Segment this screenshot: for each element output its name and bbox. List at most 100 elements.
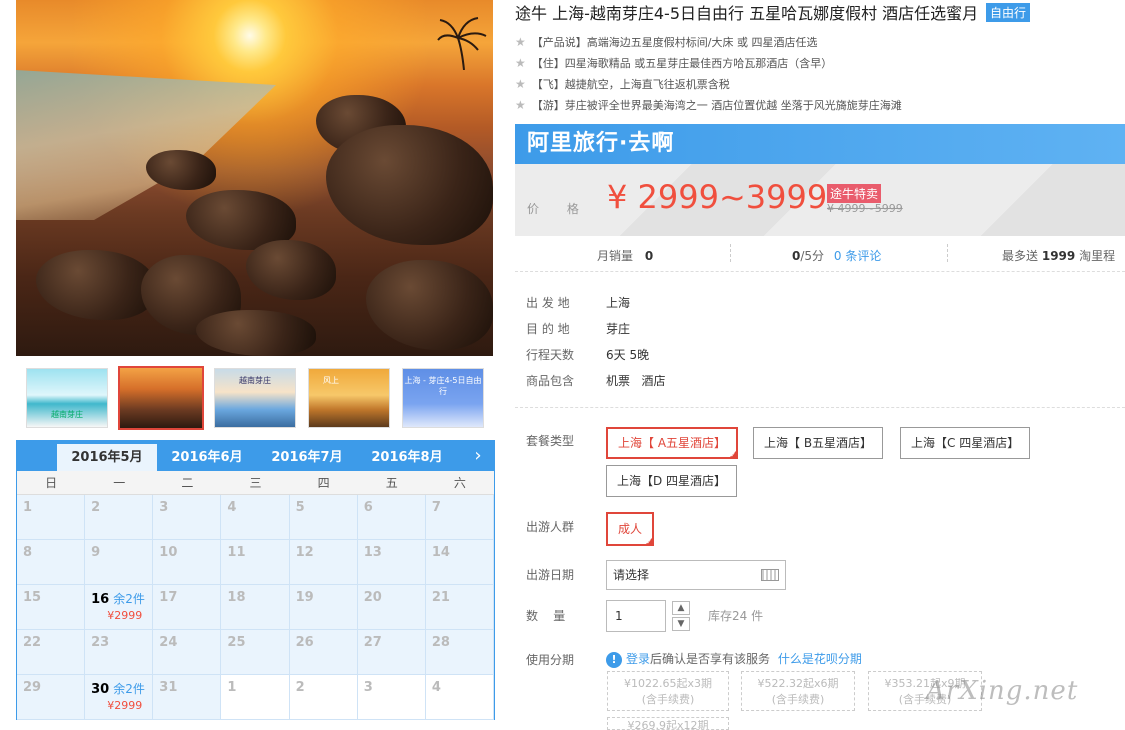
- calendar-day: 3: [357, 675, 426, 720]
- feature-text: 【飞】越捷航空，上海直飞往返机票含税: [531, 78, 730, 91]
- package-option-c[interactable]: 上海【C 四星酒店】: [900, 427, 1031, 459]
- date-label: 出游日期: [526, 568, 575, 582]
- day-number: 21: [431, 590, 450, 605]
- day-number: 12: [295, 545, 314, 560]
- weekday-label: 三: [249, 476, 262, 490]
- feature-item: ★ 【住】四星海歌精品 或五星芽庄最佳西方哈瓦那酒店（含早）: [515, 53, 902, 74]
- traveler-label: 出游人群: [526, 520, 575, 534]
- feature-text: 【游】芽庄被评全世界最美海湾之一 酒店位置优越 坐落于风光旖旎芽庄海滩: [531, 99, 902, 112]
- thumbnail-1[interactable]: 越南芽庄: [26, 368, 108, 428]
- miles-reward: 最多送 1999 淘里程: [1002, 247, 1115, 264]
- quantity-up-icon[interactable]: ▲: [672, 601, 690, 615]
- day-number: 18: [227, 590, 246, 605]
- calendar-day: 3: [153, 495, 222, 540]
- traveler-option-adult[interactable]: 成人: [606, 512, 655, 546]
- calendar-day: 1: [17, 495, 86, 540]
- calendar-month-tabs: 2016年5月 2016年6月 2016年7月 2016年8月 ›: [17, 441, 494, 471]
- calendar-day: 14: [425, 540, 494, 585]
- tab-2016-06[interactable]: 2016年6月: [157, 444, 257, 471]
- star-icon: ★: [515, 77, 526, 91]
- installment-option-6[interactable]: ¥522.32起x6期 (含手续费): [741, 671, 855, 711]
- travel-date-field[interactable]: 请选择: [606, 560, 786, 590]
- package-label: 套餐类型: [526, 434, 575, 448]
- day-number: 4: [431, 680, 441, 695]
- rock: [326, 125, 493, 245]
- feature-item: ★ 【产品说】高端海边五星度假村标间/大床 或 四星酒店任选: [515, 32, 902, 53]
- day-number: 29: [23, 680, 42, 695]
- star-icon: ★: [515, 56, 526, 70]
- huabei-info-link[interactable]: 什么是花呗分期: [778, 652, 862, 666]
- package-option-b[interactable]: 上海【 B五星酒店】: [753, 427, 884, 459]
- info-key: 行程天数: [526, 348, 575, 362]
- thumbnail-5[interactable]: 上海 - 芽庄4-5日自由行: [402, 368, 484, 428]
- miles-prefix: 最多送: [1002, 249, 1039, 263]
- weekday-label: 一: [113, 476, 126, 490]
- product-type-badge: 自由行: [986, 3, 1031, 22]
- day-number: 6: [363, 500, 373, 515]
- rating-suffix: /5分: [800, 249, 825, 263]
- calendar-day-available[interactable]: 16 余2件 ¥2999: [85, 585, 154, 630]
- thumbnail-caption: 风上: [323, 376, 339, 385]
- calendar-day: 7: [425, 495, 494, 540]
- main-product-photo: [16, 0, 493, 356]
- day-number: 1: [23, 500, 33, 515]
- calendar-day: 21: [425, 585, 494, 630]
- quantity-input[interactable]: 1: [606, 600, 666, 632]
- package-option-a[interactable]: 上海【 A五星酒店】: [606, 427, 739, 459]
- calendar-day-available[interactable]: 30 余2件 ¥2999: [85, 675, 154, 720]
- installment-note: ! 登录后确认是否享有该服务 什么是花呗分期: [606, 650, 862, 668]
- thumbnail-caption: 越南芽庄: [239, 376, 271, 385]
- reviews-link[interactable]: 0 条评论: [834, 249, 881, 263]
- calendar-icon[interactable]: [761, 569, 779, 581]
- rock: [196, 310, 316, 356]
- tab-2016-07[interactable]: 2016年7月: [257, 444, 357, 471]
- original-price: ¥ 4999~5999: [827, 202, 903, 215]
- info-row: 出 发 地 上海: [526, 290, 665, 316]
- weekday-label: 四: [317, 476, 330, 490]
- star-icon: ★: [515, 35, 526, 49]
- day-price: ¥2999: [107, 699, 143, 712]
- package-option-d[interactable]: 上海【D 四星酒店】: [606, 465, 738, 497]
- calendar-day: 4: [221, 495, 290, 540]
- day-number: 2: [295, 680, 305, 695]
- day-number: 22: [23, 635, 42, 650]
- quantity-down-icon[interactable]: ▼: [672, 617, 690, 631]
- feature-item: ★ 【飞】越捷航空，上海直飞往返机票含税: [515, 74, 902, 95]
- miles-suffix: 淘里程: [1079, 249, 1116, 263]
- trip-info: 出 发 地 上海 目 的 地 芽庄 行程天数 6天 5晚 商品包含 机票 酒店: [526, 290, 665, 394]
- installment-option-12[interactable]: ¥269.9起x12期: [607, 717, 729, 730]
- calendar-day: 10: [153, 540, 222, 585]
- chevron-right-icon[interactable]: ›: [468, 445, 488, 466]
- tab-2016-08[interactable]: 2016年8月: [357, 444, 457, 471]
- stats-bar: 月销量 0 0/5分 0 条评论 最多送 1999 淘里程: [515, 236, 1125, 272]
- thumbnail-4[interactable]: 风上: [308, 368, 390, 428]
- tab-2016-05[interactable]: 2016年5月: [57, 444, 157, 471]
- day-stock: 余2件: [113, 682, 145, 696]
- quantity-label: 数 量: [526, 609, 566, 623]
- calendar-day: 18: [221, 585, 290, 630]
- login-link[interactable]: 登录: [626, 652, 650, 666]
- day-number: 26: [295, 635, 314, 650]
- watermark: ArXing.net: [926, 676, 1079, 706]
- calendar-day: 22: [17, 630, 86, 675]
- day-number: 27: [363, 635, 382, 650]
- weekday-label: 二: [181, 476, 194, 490]
- day-number: 3: [159, 500, 169, 515]
- calendar-day: 12: [289, 540, 358, 585]
- thumbnail-3[interactable]: 越南芽庄: [214, 368, 296, 428]
- divider: [947, 244, 948, 262]
- info-value: 6天 5晚: [606, 348, 650, 362]
- calendar-day: 19: [289, 585, 358, 630]
- day-number: 23: [91, 635, 110, 650]
- thumbnail-caption: 上海 - 芽庄4-5日自由行: [404, 376, 482, 396]
- palm-tree-icon: [437, 17, 487, 70]
- calendar-day: 2: [289, 675, 358, 720]
- calendar-day: 26: [289, 630, 358, 675]
- price-label: 价 格: [527, 202, 591, 216]
- stock-count: 库存24 件: [708, 609, 764, 623]
- rock: [146, 150, 216, 190]
- thumbnail-2[interactable]: [118, 366, 204, 430]
- installment-option-3[interactable]: ¥1022.65起x3期 (含手续费): [607, 671, 729, 711]
- calendar-day: 23: [85, 630, 154, 675]
- info-key: 出 发 地: [526, 296, 570, 310]
